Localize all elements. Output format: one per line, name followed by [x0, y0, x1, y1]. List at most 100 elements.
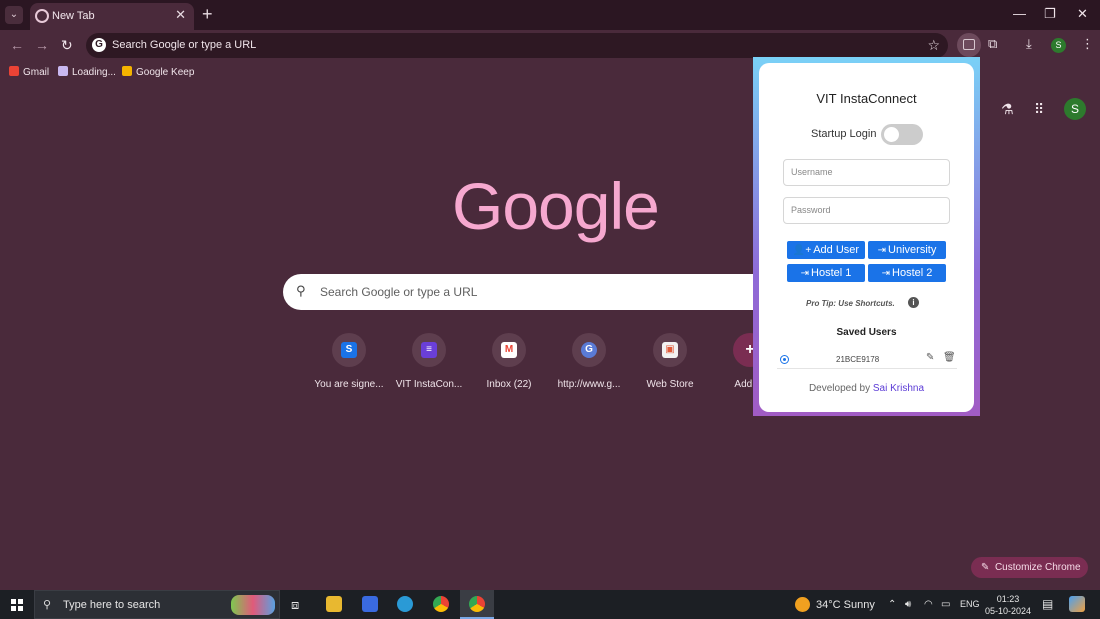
shortcut-tile[interactable]: S You are signe...: [309, 333, 389, 390]
taskbar-clock[interactable]: 01:23 05-10-2024: [983, 593, 1033, 617]
shortcut-tile[interactable]: G http://www.g...: [549, 333, 629, 390]
saved-user-row: 21BCE9178 ✎ 🗑: [777, 347, 957, 369]
minimize-icon[interactable]: —: [1013, 6, 1026, 21]
sun-icon: [795, 597, 810, 612]
shortcut-label: VIT InstaCon...: [395, 379, 463, 390]
battery-icon[interactable]: ▭: [941, 599, 950, 610]
bookmark-gmail[interactable]: Gmail: [9, 66, 49, 78]
windows-start-icon[interactable]: [11, 599, 23, 611]
notifications-icon[interactable]: ▤: [1042, 597, 1053, 611]
forward-icon[interactable]: →: [35, 37, 49, 53]
customize-label: Customize Chrome: [994, 562, 1081, 573]
add-user-icon: 👤+: [792, 245, 812, 256]
shortcut-tile[interactable]: M Inbox (22): [469, 333, 549, 390]
university-login-button[interactable]: ⇥ University: [868, 241, 946, 259]
hostel2-login-button[interactable]: ⇥ Hostel 2: [868, 264, 946, 282]
credit-prefix: Developed by: [808, 383, 871, 394]
info-icon[interactable]: i: [908, 297, 919, 308]
shortcut-s-icon: S: [341, 342, 357, 358]
google-logo: Google: [452, 169, 660, 243]
chrome-favicon-icon: [35, 9, 49, 23]
username-field[interactable]: Username: [783, 159, 950, 186]
reload-icon[interactable]: ↻: [61, 37, 73, 54]
search-highlight-balloons-icon: [231, 595, 275, 615]
shortcut-label: You are signe...: [314, 379, 384, 390]
ntp-search-placeholder: Search Google or type a URL: [320, 285, 478, 299]
popup-title: VIT InstaConnect: [816, 91, 917, 106]
menu-kebab-icon[interactable]: ⋮: [1081, 36, 1094, 52]
volume-icon[interactable]: 🔊︎: [905, 599, 911, 610]
close-icon[interactable]: ✕: [175, 7, 186, 23]
apps-grid-icon[interactable]: ⠿: [1034, 101, 1044, 118]
gmail-icon: [9, 66, 19, 76]
pro-tip-text: Pro Tip: Use Shortcuts.: [806, 299, 895, 308]
shortcut-tile[interactable]: ≡ VIT InstaCon...: [389, 333, 469, 390]
address-bar-text: Search Google or type a URL: [112, 39, 257, 51]
shortcut-g-icon: G: [581, 342, 597, 358]
password-field[interactable]: Password: [783, 197, 950, 224]
shortcut-label: Web Store: [646, 379, 694, 390]
extension-popup: VIT InstaConnect Startup Login Username …: [759, 63, 974, 412]
chrome-icon[interactable]: [433, 596, 449, 612]
login-arrow-icon: ⇥: [877, 245, 887, 256]
saved-user-radio[interactable]: [780, 355, 789, 364]
button-label: University: [888, 244, 937, 256]
tab-new-tab[interactable]: New Tab ✕: [30, 3, 194, 30]
edit-icon[interactable]: ✎: [926, 352, 934, 363]
author-link[interactable]: Sai Krishna: [873, 383, 924, 394]
radio-dot: [783, 358, 786, 361]
download-icon[interactable]: ⤓: [1026, 36, 1032, 52]
hostel1-login-button[interactable]: ⇥ Hostel 1: [787, 264, 865, 282]
tab-title: New Tab: [52, 10, 95, 22]
clock-time: 01:23: [996, 594, 1020, 604]
shortcut-list-icon: ≡: [421, 342, 437, 358]
saved-username: 21BCE9178: [836, 355, 880, 364]
pencil-icon: ✎: [981, 562, 990, 573]
new-tab-plus-icon[interactable]: +: [202, 4, 213, 25]
saved-users-heading: Saved Users: [836, 327, 897, 338]
ntp-profile-avatar[interactable]: S: [1064, 98, 1086, 120]
customize-chrome-button[interactable]: ✎ Customize Chrome: [971, 557, 1088, 578]
edge-icon[interactable]: [397, 596, 413, 612]
task-view-icon[interactable]: ⧈: [291, 597, 299, 613]
file-explorer-icon[interactable]: [326, 596, 342, 612]
weather-text[interactable]: 34°C Sunny: [816, 599, 875, 611]
back-icon[interactable]: ←: [10, 37, 24, 53]
taskbar-search-box[interactable]: ⚲ Type here to search: [34, 590, 280, 619]
wifi-icon[interactable]: ◠: [924, 599, 933, 610]
toolbar: ← → ↻ G Search Google or type a URL ☆ ⧉ …: [0, 30, 1100, 60]
button-label: Add User: [813, 244, 860, 256]
login-arrow-icon: ⇥: [800, 268, 810, 279]
profile-avatar[interactable]: S: [1051, 38, 1066, 53]
google-g-icon: G: [92, 38, 106, 52]
tab-strip: ⌄ New Tab ✕ + — ❐ ✕: [0, 0, 1100, 30]
search-icon: ⚲: [43, 599, 52, 611]
chrome-active-taskbar-button[interactable]: [460, 590, 494, 619]
startup-login-toggle[interactable]: [881, 124, 923, 145]
add-user-button[interactable]: 👤+ Add User: [787, 241, 865, 259]
bookmark-loading[interactable]: Loading...: [58, 66, 116, 78]
language-indicator[interactable]: ENG: [960, 599, 980, 609]
login-arrow-icon: ⇥: [881, 268, 891, 279]
app-launcher-icon[interactable]: [362, 596, 378, 612]
chevron-up-icon[interactable]: ⌃: [888, 599, 896, 610]
bookmark-label: Loading...: [72, 67, 116, 78]
address-bar[interactable]: G Search Google or type a URL ☆: [86, 33, 948, 58]
labs-flask-icon[interactable]: ⚗: [1001, 101, 1014, 118]
shortcut-label: http://www.g...: [557, 379, 621, 390]
tab-search-icon[interactable]: ⌄: [5, 6, 23, 24]
shortcut-tile[interactable]: ▣ Web Store: [630, 333, 710, 390]
bookmark-google-keep[interactable]: Google Keep: [122, 66, 194, 78]
window-close-icon[interactable]: ✕: [1077, 6, 1088, 22]
ntp-search-box[interactable]: ⚲ Search Google or type a URL: [283, 274, 823, 310]
bookmark-label: Google Keep: [136, 67, 195, 78]
copilot-icon[interactable]: [1069, 596, 1085, 612]
trash-icon[interactable]: 🗑: [943, 352, 956, 363]
button-label: Hostel 2: [892, 267, 933, 279]
bookmark-star-icon[interactable]: ☆: [927, 37, 940, 54]
bookmark-label: Gmail: [23, 67, 50, 78]
extensions-puzzle-icon[interactable]: ⧉: [988, 36, 997, 52]
restore-icon[interactable]: ❐: [1044, 6, 1056, 22]
chrome-dev-icon: [469, 596, 485, 612]
page-icon: [58, 66, 68, 76]
